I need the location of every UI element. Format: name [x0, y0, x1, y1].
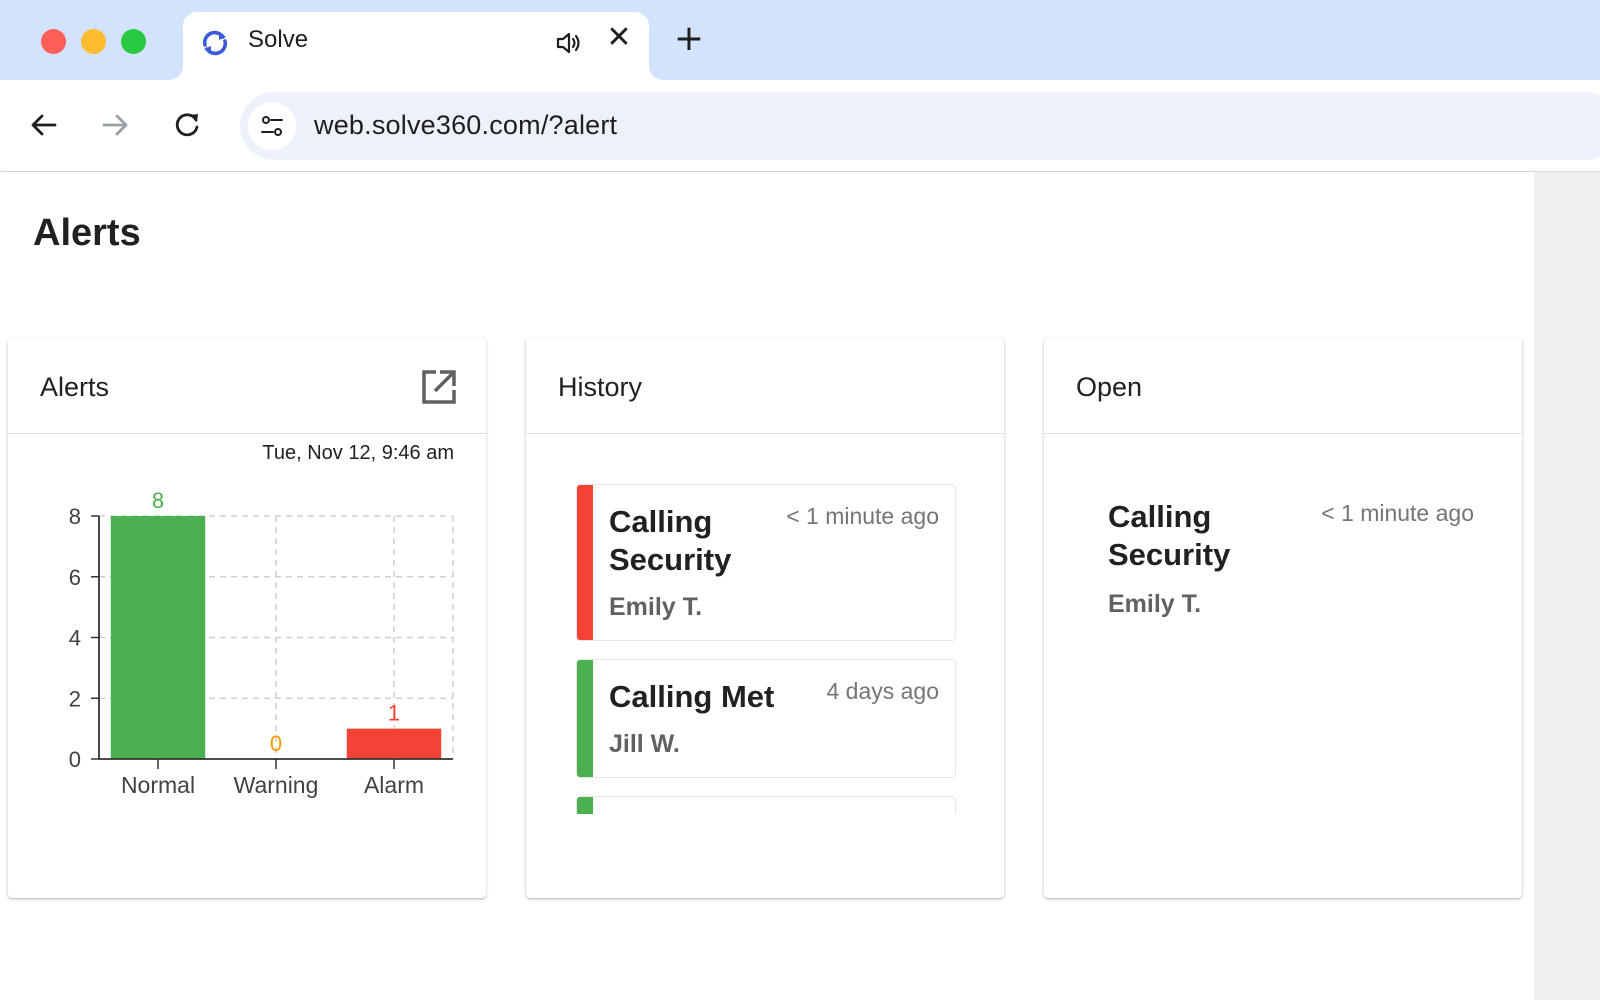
page: Alerts Alerts Tue, Nov 12, 9:46 am 02468… — [0, 172, 1534, 1000]
browser-tab-solve[interactable]: Solve ✕ — [169, 12, 663, 80]
alerts-card-header: Alerts — [8, 338, 486, 434]
speaker-icon[interactable] — [553, 28, 583, 58]
window-close-button[interactable] — [41, 29, 66, 54]
open-card-header: Open — [1044, 338, 1522, 434]
site-settings-button[interactable] — [248, 102, 296, 150]
history-item-time: 4 days ago — [826, 678, 939, 704]
forward-arrow-icon[interactable] — [98, 108, 132, 142]
history-item-title: Calling Met — [609, 679, 775, 714]
alerts-card-title: Alerts — [40, 372, 110, 402]
page-title: Alerts — [33, 212, 141, 254]
window-maximize-button[interactable] — [121, 29, 146, 54]
address-bar[interactable]: web.solve360.com/?alert — [240, 92, 1600, 160]
bar-value-label: 1 — [388, 701, 400, 726]
new-tab-plus-icon[interactable]: + — [672, 21, 706, 57]
status-bar — [577, 660, 593, 777]
window-minimize-button[interactable] — [81, 29, 106, 54]
dashboard: Alerts Tue, Nov 12, 9:46 am 0 2 4 6 8 8 Normal… — [0, 302, 1534, 1000]
y-tick-label: 0 — [69, 747, 81, 772]
history-item[interactable]: Calling Security < 1 minute ago Emily T. — [576, 484, 956, 641]
open-in-new-icon[interactable] — [420, 368, 458, 406]
solve-favicon-icon — [202, 30, 228, 56]
x-tick-label: Alarm — [364, 772, 424, 798]
y-tick-label: 4 — [69, 626, 81, 651]
history-item-name: Emily T. — [609, 593, 703, 621]
history-card-header: History — [526, 338, 1004, 434]
history-item-title: Calling Security — [609, 504, 732, 577]
open-card: Open Calling Security < 1 minute ago Emi… — [1044, 338, 1522, 898]
history-item[interactable]: Calling Met 4 days ago Jill W. — [576, 659, 956, 778]
history-item-name: Jill W. — [609, 730, 680, 758]
browser-toolbar: web.solve360.com/?alert — [0, 80, 1600, 172]
url-text[interactable]: web.solve360.com/?alert — [314, 110, 617, 141]
back-arrow-icon[interactable] — [27, 108, 61, 142]
tab-corner — [169, 66, 183, 80]
x-tick-label: Warning — [234, 772, 319, 798]
browser-tab-strip: Solve ✕ + — [0, 0, 1600, 80]
page-header: Alerts — [0, 172, 1534, 302]
y-tick-label: 6 — [69, 565, 81, 590]
history-item-time: < 1 minute ago — [786, 503, 939, 529]
tab-close-icon[interactable]: ✕ — [603, 22, 635, 54]
alerts-card: Alerts Tue, Nov 12, 9:46 am 0 2 4 6 8 8 Normal… — [8, 338, 486, 898]
open-item-name: Emily T. — [1108, 590, 1202, 618]
bar-value-label: 0 — [270, 731, 282, 756]
tab-corner — [649, 66, 663, 80]
x-tick-label: Normal — [121, 772, 195, 798]
open-item-title[interactable]: Calling Security — [1108, 498, 1278, 574]
history-item[interactable] — [576, 796, 956, 814]
alerts-bar-chart: 0 2 4 6 8 8 Normal 0 Warning 1 Alarm — [69, 488, 454, 798]
tune-icon — [261, 116, 283, 136]
bar-value-label: 8 — [152, 488, 164, 513]
status-bar — [577, 797, 593, 814]
bar-alarm — [346, 728, 442, 759]
y-tick-label: 8 — [69, 504, 81, 529]
history-card: History Calling Security < 1 minute ago … — [526, 338, 1004, 898]
y-tick-label: 2 — [69, 686, 81, 711]
bar-normal — [110, 516, 206, 759]
history-list[interactable]: Calling Security < 1 minute ago Emily T.… — [576, 484, 956, 814]
open-item-time: < 1 minute ago — [1321, 500, 1474, 526]
open-card-title: Open — [1076, 372, 1143, 402]
tab-title: Solve — [248, 26, 309, 53]
reload-icon[interactable] — [170, 108, 204, 142]
history-card-title: History — [558, 372, 643, 402]
status-bar — [577, 485, 593, 640]
scrollbar-gutter[interactable] — [1534, 172, 1600, 1000]
